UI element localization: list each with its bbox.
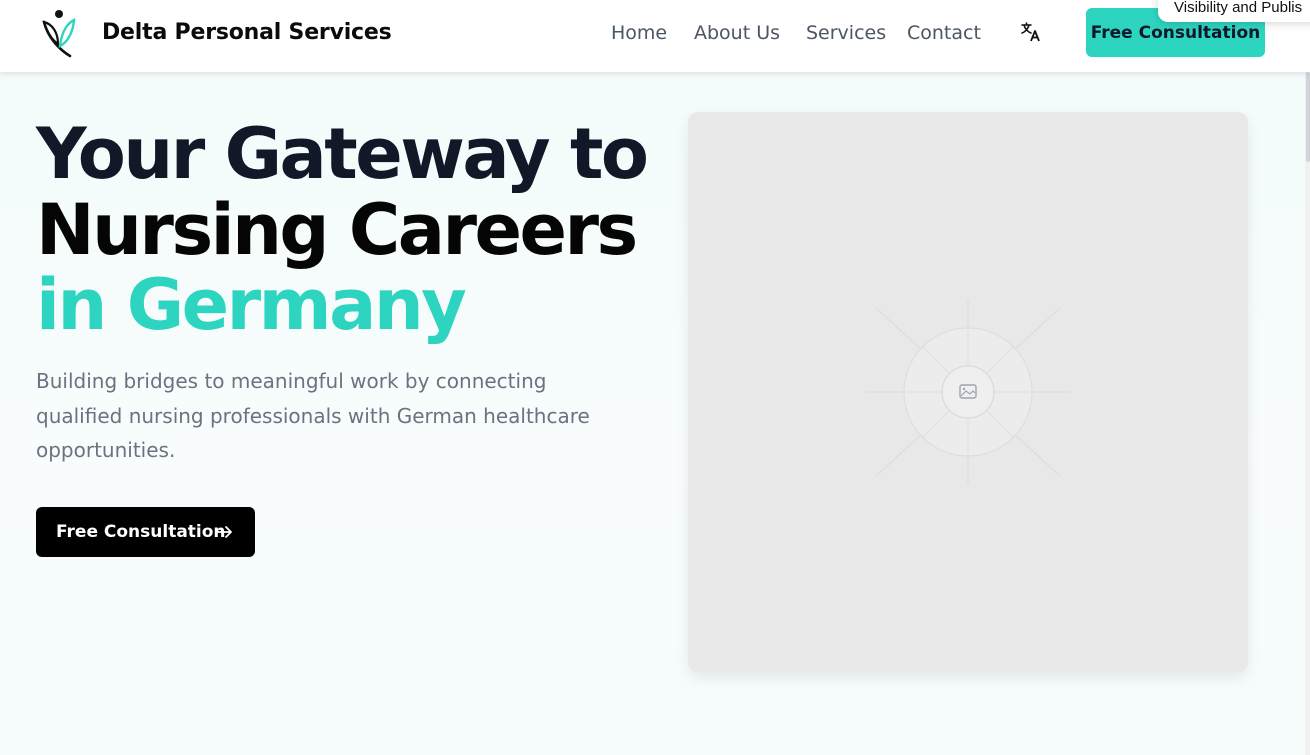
nav-home[interactable]: Home: [611, 22, 667, 46]
arrow-right-icon: [217, 526, 232, 538]
delta-logo[interactable]: [40, 8, 76, 58]
visibility-popup: Visibility and Publis: [1158, 0, 1310, 22]
hero-image-placeholder: [688, 112, 1248, 672]
image-placeholder-icon: [866, 300, 1070, 484]
nav-about-us[interactable]: About Us: [694, 22, 780, 46]
page-scrollbar-thumb[interactable]: [1306, 72, 1310, 162]
hero-title-line-2: Nursing Careers: [36, 189, 638, 271]
hero-title-line-3: in Germany: [36, 264, 467, 346]
translate-icon[interactable]: [1020, 21, 1042, 43]
hero-cta-label: Free Consultation: [56, 522, 226, 542]
nav-contact[interactable]: Contact: [907, 22, 981, 46]
nav-services[interactable]: Services: [806, 22, 886, 46]
brand-name[interactable]: Delta Personal Services: [102, 20, 392, 45]
hero-description: Building bridges to meaningful work by c…: [36, 369, 590, 462]
site-header: Delta Personal Services Home About Us Se…: [0, 0, 1310, 72]
hero-title-line-1: Your Gateway to: [36, 113, 649, 195]
popup-text: Visibility and Publis: [1174, 0, 1303, 16]
hero-free-consultation-button[interactable]: Free Consultation: [36, 507, 255, 557]
